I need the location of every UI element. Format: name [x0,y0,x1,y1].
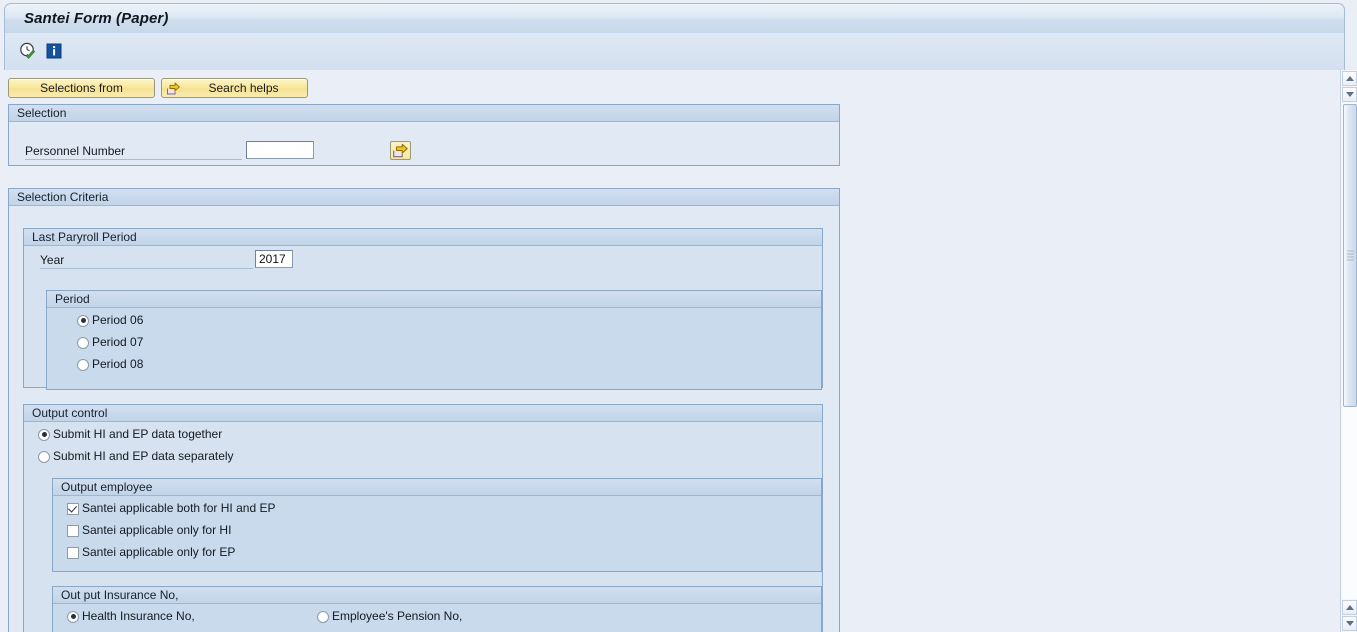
period-group-title: Period [55,292,90,306]
checkbox-santei-hi[interactable]: Santei applicable only for HI [67,524,231,537]
scroll-down-arrow-icon-top[interactable] [1342,87,1357,102]
radio-health-insurance-no-indicator [67,610,79,623]
yellow-arrow-icon [166,81,181,96]
clock-check-icon[interactable] [19,42,37,60]
search-helps-label: Search helps [208,81,279,95]
output-insurance-no-group: Out put Insurance No, Health Insurance N… [52,586,822,632]
scroll-down-arrow-icon[interactable] [1342,616,1357,631]
radio-submit-together[interactable]: Submit HI and EP data together [38,428,222,441]
personnel-number-label-underline [25,159,242,160]
radio-submit-separately-label: Submit HI and EP data separately [53,449,234,463]
checkbox-santei-ep-label: Santei applicable only for EP [82,545,236,559]
personnel-number-multiple-selection-button[interactable] [390,141,411,160]
radio-period-06[interactable]: Period 06 [77,314,143,327]
radio-employees-pension-no[interactable]: Employee's Pension No, [317,610,462,623]
sap-application-window: Santei Form (Paper) © www.tutorialkart.c… [0,0,1357,632]
output-employee-title: Output employee [61,480,153,494]
checkbox-santei-ep-indicator [67,546,79,559]
selection-group: Selection Personnel Number [8,104,840,166]
vertical-scrollbar-thumb[interactable] [1343,104,1357,407]
main-body-region: Selections from Search helps Selection P… [0,70,1357,632]
year-label-underline [40,268,253,269]
scroll-up-arrow-icon[interactable] [1342,71,1357,86]
period-group: Period Period 06 Period 07 Period 08 [46,290,822,390]
search-helps-button[interactable]: Search helps [161,78,308,98]
selection-group-title: Selection [17,106,67,120]
page-title: Santei Form (Paper) [24,10,169,27]
information-icon[interactable] [45,42,63,60]
personnel-number-input[interactable] [246,141,314,159]
radio-period-08[interactable]: Period 08 [77,358,143,371]
personnel-number-label: Personnel Number [25,144,126,158]
year-label: Year [40,253,65,267]
checkbox-santei-both-indicator [67,502,79,515]
selection-criteria-group-title: Selection Criteria [17,190,109,204]
radio-employees-pension-no-label: Employee's Pension No, [332,609,463,623]
radio-period-08-indicator [77,358,89,371]
radio-period-07-indicator [77,336,89,349]
selection-screen-content: Selections from Search helps Selection P… [0,70,1322,632]
selections-from-button[interactable]: Selections from [8,78,155,98]
checkbox-santei-both-label: Santei applicable both for HI and EP [82,501,276,515]
vertical-scrollbar[interactable] [1340,70,1357,632]
selection-criteria-group-header: Selection Criteria [9,189,839,206]
radio-period-06-indicator [77,314,89,327]
scroll-up-arrow-icon-bottom[interactable] [1342,600,1357,615]
output-control-header: Output control [24,405,822,422]
radio-health-insurance-no[interactable]: Health Insurance No, [67,610,195,623]
checkbox-santei-ep[interactable]: Santei applicable only for EP [67,546,235,559]
radio-period-07[interactable]: Period 07 [77,336,143,349]
last-payroll-period-title: Last Paryroll Period [32,230,137,244]
radio-submit-separately[interactable]: Submit HI and EP data separately [38,450,234,463]
year-input[interactable] [255,250,293,268]
radio-period-08-label: Period 08 [92,357,144,371]
output-control-group: Output control Submit HI and EP data tog… [23,404,823,632]
application-toolbar: © www.tutorialkart.com [4,33,1345,94]
radio-health-insurance-no-label: Health Insurance No, [82,609,195,623]
checkbox-santei-hi-indicator [67,524,79,537]
output-insurance-no-title: Out put Insurance No, [61,588,179,602]
radio-period-06-label: Period 06 [92,313,144,327]
radio-submit-separately-indicator [38,450,50,463]
scrollbar-grip-icon [1347,250,1354,261]
radio-submit-together-label: Submit HI and EP data together [53,427,223,441]
window-title-bar: Santei Form (Paper) [4,3,1345,33]
radio-employees-pension-no-indicator [317,610,329,623]
selection-group-header: Selection [9,105,839,122]
output-insurance-no-header: Out put Insurance No, [53,587,821,604]
output-employee-header: Output employee [53,479,821,496]
period-group-header: Period [47,291,821,308]
output-control-title: Output control [32,406,108,420]
selection-criteria-group: Selection Criteria Last Paryroll Period … [8,188,840,632]
checkbox-santei-hi-label: Santei applicable only for HI [82,523,232,537]
radio-period-07-label: Period 07 [92,335,144,349]
output-employee-group: Output employee Santei applicable both f… [52,478,822,572]
checkbox-santei-both[interactable]: Santei applicable both for HI and EP [67,502,275,515]
last-payroll-period-header: Last Paryroll Period [24,229,822,246]
radio-submit-together-indicator [38,428,50,441]
last-payroll-period-group: Last Paryroll Period Year Period [23,228,823,390]
